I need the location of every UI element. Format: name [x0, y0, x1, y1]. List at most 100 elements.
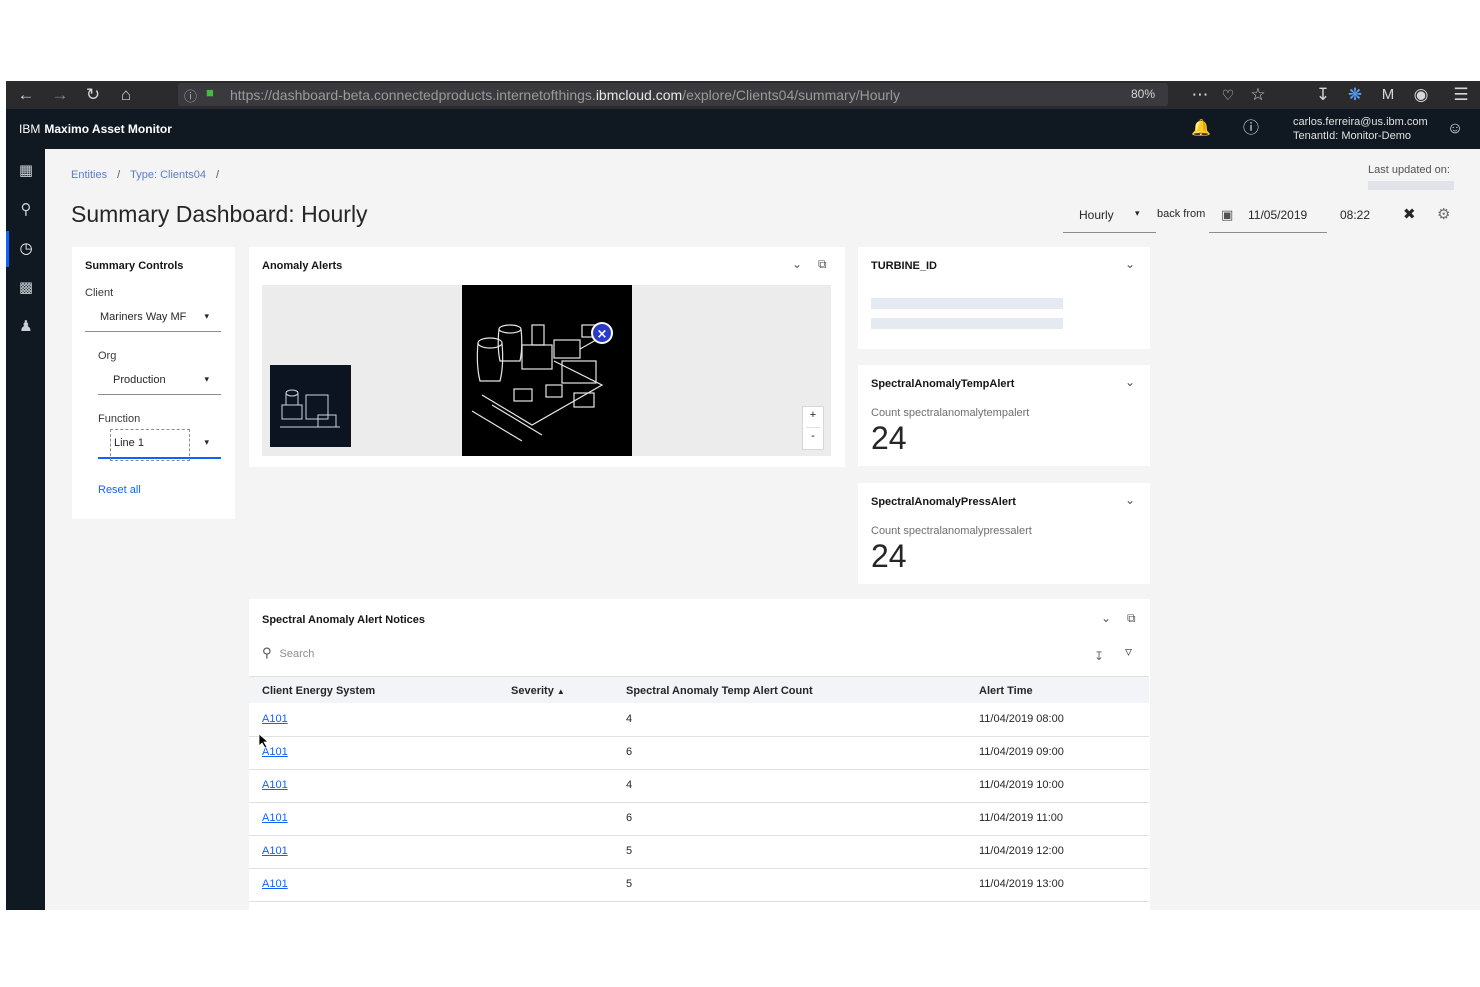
temp-alert-value: 24 — [871, 420, 907, 456]
info-icon[interactable]: ⓘ — [184, 86, 197, 105]
alert-count: 5 — [626, 878, 633, 890]
zoom-out-button[interactable]: - — [803, 430, 823, 442]
user-avatar-icon[interactable]: ☺ — [1444, 118, 1466, 140]
forward-arrow-icon[interactable]: → — [48, 84, 72, 106]
org-select[interactable]: Production ▾ — [98, 366, 221, 395]
client-link[interactable]: A101 — [262, 812, 288, 824]
client-link[interactable]: A101 — [262, 713, 288, 725]
extension-icon[interactable]: ❋ — [1343, 84, 1367, 106]
connections-icon[interactable]: ⚲ — [15, 199, 37, 221]
client-select[interactable]: Mariners Way MF ▾ — [85, 303, 221, 332]
back-arrow-icon[interactable]: ← — [14, 84, 38, 106]
close-circle-icon[interactable]: × — [597, 327, 608, 342]
alert-time: 11/04/2019 11:00 — [979, 812, 1064, 824]
download-icon[interactable]: ↧ — [1094, 649, 1104, 663]
account-icon[interactable]: M — [1376, 84, 1400, 106]
filter-icon[interactable]: ▿ — [1125, 643, 1132, 660]
settings-icon[interactable]: ⚙ — [1437, 205, 1450, 223]
table-header: Client Energy System Severity ▲ Spectral… — [249, 676, 1149, 703]
calendar-icon[interactable]: ▣ — [1221, 207, 1233, 223]
devices-icon[interactable]: ▩ — [15, 277, 37, 299]
chevron-down-icon[interactable]: ⌄ — [1101, 611, 1111, 625]
chevron-down-icon[interactable]: ⌄ — [1125, 375, 1135, 389]
turbine-id-card: TURBINE_ID ⌄ — [858, 247, 1150, 349]
user-email: carlos.ferreira@us.ibm.com — [1293, 116, 1428, 128]
table-row[interactable]: A101 6 11/04/2019 11:00 — [249, 802, 1149, 836]
press-alert-value: 24 — [871, 538, 907, 574]
alert-time: 11/04/2019 10:00 — [979, 779, 1064, 791]
client-link[interactable]: A101 — [262, 779, 288, 791]
help-icon[interactable]: ⓘ — [1240, 118, 1262, 140]
loading-skeleton — [871, 298, 1063, 309]
plant-3d-model[interactable]: × — [462, 285, 632, 456]
table-row[interactable]: A101 6 11/04/2019 09:00 — [249, 736, 1149, 770]
breadcrumb-entities[interactable]: Entities — [71, 169, 107, 181]
breadcrumb-type[interactable]: Type: Clients04 — [130, 169, 206, 181]
org-value: Production — [113, 374, 166, 386]
download-icon[interactable]: ↧ — [1311, 84, 1335, 106]
temp-alert-card: SpectralAnomalyTempAlert ⌄ Count spectra… — [858, 365, 1150, 466]
alert-time: 11/04/2019 09:00 — [979, 746, 1064, 758]
menu-icon[interactable]: ☰ — [1449, 84, 1473, 106]
table-row[interactable]: A101 5 11/04/2019 12:00 — [249, 835, 1149, 869]
address-bar[interactable]: ⓘ ■ https://dashboard-beta.connectedprod… — [178, 83, 1168, 106]
function-select[interactable]: Line 1 ▾ — [98, 429, 221, 461]
alert-count: 4 — [626, 713, 633, 725]
users-icon[interactable]: ♟ — [15, 316, 37, 338]
column-header-client[interactable]: Client Energy System — [262, 685, 375, 697]
alert-count: 4 — [626, 779, 633, 791]
pocket-icon[interactable]: ♡ — [1216, 84, 1240, 106]
alert-time: 11/04/2019 12:00 — [979, 845, 1064, 857]
app-header: IBM Maximo Asset Monitor 🔔 ⓘ carlos.ferre… — [6, 109, 1480, 149]
chevron-down-icon[interactable]: ⌄ — [1125, 257, 1135, 271]
chevron-down-icon[interactable]: ⌄ — [792, 257, 802, 271]
alert-notices-card: Spectral Anomaly Alert Notices ⌄ ⧉ ⚲ Sear… — [249, 599, 1150, 910]
pin-icon[interactable]: ✖ — [1403, 205, 1416, 223]
column-header-severity[interactable]: Severity ▲ — [511, 685, 565, 697]
search-input[interactable]: Search — [280, 648, 315, 660]
user-info[interactable]: carlos.ferreira@us.ibm.com TenantId: Mon… — [1293, 115, 1428, 143]
compass-icon[interactable]: ◷ — [15, 238, 37, 260]
browser-toolbar: ← → ↻ ⌂ ⓘ ■ https://dashboard-beta.conne… — [6, 81, 1480, 109]
turbine-id-title: TURBINE_ID — [871, 260, 938, 272]
chevron-down-icon[interactable]: ⌄ — [1125, 493, 1135, 507]
star-icon[interactable]: ☆ — [1246, 84, 1270, 106]
dashboard-icon[interactable]: ▦ — [15, 160, 37, 182]
date-underline — [1209, 232, 1327, 233]
reset-all-link[interactable]: Reset all — [98, 484, 141, 496]
chevron-down-icon: ▾ — [1135, 208, 1140, 218]
popout-icon[interactable]: ⧉ — [818, 257, 827, 272]
column-header-count[interactable]: Spectral Anomaly Temp Alert Count — [626, 685, 813, 697]
table-row[interactable]: A101 5 11/04/2019 13:00 — [249, 868, 1149, 902]
table-row[interactable]: A101 4 11/04/2019 10:00 — [249, 769, 1149, 803]
home-icon[interactable]: ⌂ — [114, 84, 138, 106]
column-header-time[interactable]: Alert Time — [979, 685, 1033, 697]
plant-viewer[interactable]: × + - — [262, 285, 831, 456]
active-nav-indicator — [6, 231, 9, 267]
client-link[interactable]: A101 — [262, 878, 288, 890]
product-name[interactable]: IBM Maximo Asset Monitor — [19, 122, 172, 136]
zoom-level[interactable]: 80% — [1131, 87, 1155, 101]
chevron-down-icon: ▾ — [204, 374, 209, 384]
more-icon[interactable]: ⋯ — [1188, 84, 1212, 106]
plant-thumbnail[interactable] — [270, 365, 351, 447]
table-search[interactable]: ⚲ Search — [262, 645, 314, 661]
interval-select[interactable]: Hourly ▾ — [1079, 208, 1140, 222]
breadcrumb: Entities / Type: Clients04/ — [71, 169, 220, 181]
popout-icon[interactable]: ⧉ — [1127, 611, 1136, 626]
function-value: Line 1 — [114, 437, 144, 449]
profile-icon[interactable]: ◉ — [1409, 84, 1433, 106]
zoom-in-button[interactable]: + — [803, 409, 823, 421]
client-link[interactable]: A101 — [262, 845, 288, 857]
org-label: Org — [98, 350, 117, 362]
chevron-down-icon: ▾ — [204, 437, 209, 447]
reload-icon[interactable]: ↻ — [81, 84, 105, 106]
time-input[interactable]: 08:22 — [1340, 208, 1370, 222]
table-row[interactable]: A101 4 11/04/2019 08:00 — [249, 703, 1149, 737]
alert-count: 6 — [626, 812, 633, 824]
notification-icon[interactable]: 🔔 — [1190, 118, 1212, 140]
summary-controls-card: Summary Controls Client Mariners Way MF … — [72, 247, 235, 519]
date-input[interactable]: 11/05/2019 — [1248, 208, 1307, 222]
alert-notices-title: Spectral Anomaly Alert Notices — [262, 614, 426, 626]
client-label: Client — [85, 287, 114, 299]
